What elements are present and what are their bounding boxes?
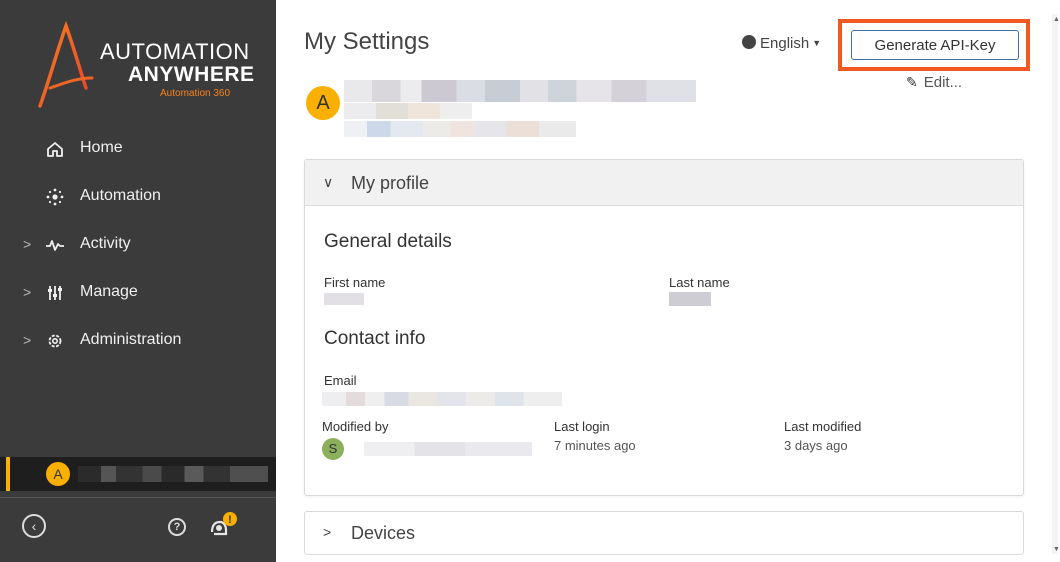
sidebar-item-automation[interactable]: Automation (0, 177, 276, 217)
panel-title: My profile (351, 173, 430, 193)
redacted-user-name (78, 466, 268, 482)
scroll-down-icon[interactable]: ▼ (1053, 546, 1060, 553)
chevron-right-icon: > (323, 524, 332, 540)
sidebar-footer: ‹ ? ! (0, 497, 276, 562)
sidebar-item-label: Administration (80, 331, 182, 348)
last-modified-label: Last modified (784, 419, 862, 434)
sidebar-item-label: Home (80, 139, 123, 156)
redacted-email (322, 392, 562, 406)
scroll-up-icon[interactable]: ▲ (1053, 16, 1060, 23)
modified-by-avatar: S (322, 438, 344, 460)
redacted-last-name (669, 292, 711, 306)
logo-text-anywhere: ANYWHERE (128, 63, 255, 86)
devices-panel-header[interactable]: > Devices (304, 511, 1024, 555)
vertical-scrollbar[interactable] (1052, 14, 1058, 554)
collapse-sidebar-icon[interactable]: ‹ (22, 514, 46, 538)
language-label: English (760, 35, 810, 52)
modified-by-label: Modified by (322, 419, 389, 434)
automation-icon (46, 188, 64, 206)
logo-text-automation: AUTOMATION (100, 39, 250, 64)
last-name-label: Last name (669, 275, 730, 290)
globe-icon (742, 35, 756, 49)
generate-api-key-button[interactable]: Generate API-Key (851, 30, 1019, 60)
sidebar-item-manage[interactable]: > Manage (0, 273, 276, 313)
pencil-icon: ✎ (906, 74, 918, 90)
current-user-strip[interactable]: A (0, 457, 276, 491)
manage-icon (48, 286, 62, 300)
sidebar-item-activity[interactable]: > Activity (0, 225, 276, 265)
avatar: A (46, 462, 70, 486)
sidebar-item-home[interactable]: Home (0, 129, 276, 169)
activity-icon (46, 240, 64, 251)
panel-title: Devices (351, 523, 416, 543)
sidebar-item-administration[interactable]: > Administration (0, 321, 276, 361)
logo-a-mark-icon (38, 20, 94, 108)
home-icon (47, 142, 63, 157)
last-login-label: Last login (554, 419, 610, 434)
language-selector[interactable]: English ▼ (742, 35, 821, 52)
redacted-user-role (344, 103, 472, 119)
help-icon[interactable]: ? (168, 518, 186, 536)
chevron-down-icon: ∨ (323, 174, 334, 190)
edit-link[interactable]: ✎ Edit... (906, 74, 962, 91)
sidebar-item-label: Activity (80, 235, 131, 252)
automation-anywhere-logo[interactable]: AUTOMATION ANYWHERE Automation 360 (36, 18, 266, 118)
edit-label: Edit... (923, 74, 963, 91)
caret-down-icon: ▼ (812, 38, 822, 48)
redacted-user-name (344, 80, 696, 102)
sidebar-item-label: Automation (80, 187, 161, 204)
email-label: Email (324, 373, 357, 388)
my-profile-header[interactable]: ∨ My profile (305, 160, 1023, 206)
notifications-icon[interactable]: ! (208, 510, 242, 540)
gear-icon (48, 334, 62, 348)
first-name-label: First name (324, 275, 386, 290)
avatar: A (306, 86, 340, 120)
main-content: My Settings English ▼ Generate API-Key A … (276, 0, 1060, 562)
sidebar-item-label: Manage (80, 283, 138, 300)
page-title: My Settings (304, 28, 430, 55)
logo-text-product: Automation 360 (160, 88, 231, 99)
redacted-user-email (344, 121, 576, 137)
general-details-heading: General details (324, 231, 452, 252)
sidebar: AUTOMATION ANYWHERE Automation 360 Home … (0, 0, 276, 562)
chevron-right-icon: > (23, 236, 32, 252)
last-login-value: 7 minutes ago (554, 438, 636, 453)
contact-info-heading: Contact info (324, 328, 426, 349)
active-indicator (6, 457, 10, 491)
chevron-right-icon: > (23, 284, 32, 300)
last-modified-value: 3 days ago (784, 438, 848, 453)
redacted-modifier-name (364, 442, 532, 456)
redacted-first-name (324, 293, 364, 305)
chevron-right-icon: > (23, 332, 32, 348)
alert-badge: ! (228, 514, 232, 526)
